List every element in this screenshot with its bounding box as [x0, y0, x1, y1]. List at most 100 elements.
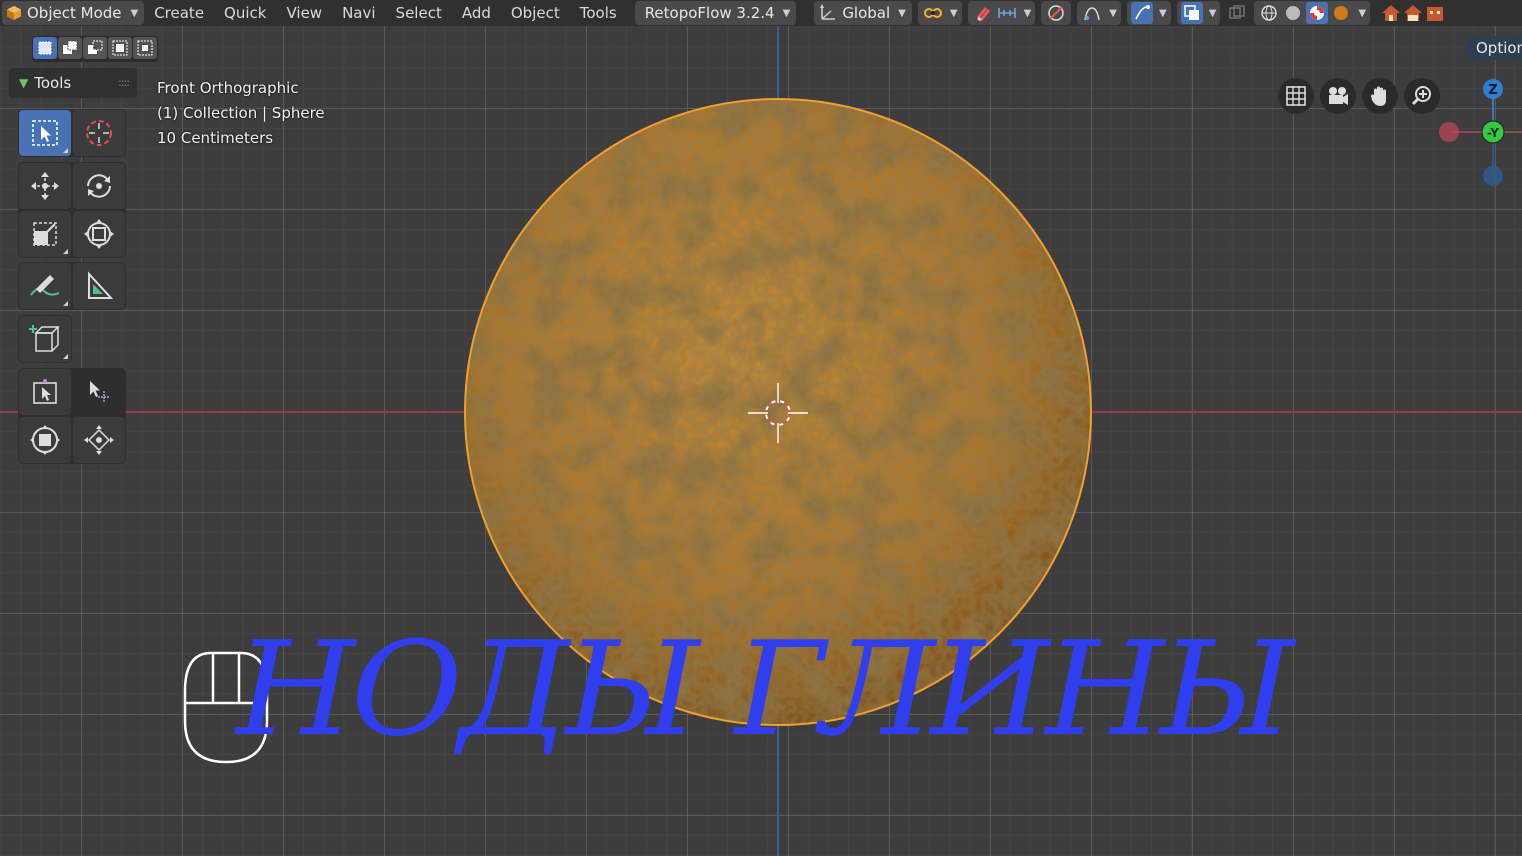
retopoflow-dropdown[interactable]: RetopoFlow 3.2.4 ▼	[634, 1, 797, 25]
tool-push-pull[interactable]	[73, 417, 125, 463]
header-bar: Object Mode ▼ Create Quick View Navi Sel…	[0, 0, 1522, 26]
snap-group[interactable]: ▼	[967, 1, 1036, 25]
measure-icon	[88, 271, 114, 299]
solid-shading-icon[interactable]	[1282, 2, 1304, 24]
navigation-buttons	[1278, 78, 1440, 114]
z-negative-handle	[1483, 166, 1503, 186]
material-shading-icon[interactable]	[1306, 2, 1329, 24]
overlay-dropdown[interactable]: ▼	[1176, 1, 1221, 25]
chevron-down-icon: ▼	[1023, 7, 1032, 19]
select-subtract-icon[interactable]	[83, 37, 107, 59]
tool-tweak[interactable]	[73, 369, 125, 415]
menu-create[interactable]: Create	[144, 4, 214, 22]
grip-icon[interactable]: ::::	[118, 76, 130, 89]
x-negative-handle	[1439, 122, 1459, 142]
transform-icon	[84, 219, 114, 249]
tool-move[interactable]	[19, 163, 71, 209]
overlay-icon[interactable]	[1180, 2, 1203, 24]
rendered-shading-icon[interactable]	[1330, 2, 1352, 24]
select-invert-icon[interactable]	[108, 37, 132, 59]
menu-quick[interactable]: Quick	[214, 4, 276, 22]
snap-magnet-icon[interactable]	[972, 2, 994, 24]
tool-block-retopo	[18, 368, 126, 464]
tool-rotate[interactable]	[73, 163, 125, 209]
proportional-edit-icon[interactable]	[1045, 2, 1067, 24]
submenu-indicator	[63, 148, 68, 153]
view-info-overlay: Front Orthographic (1) Collection | Sphe…	[157, 76, 325, 151]
snap-increment-icon[interactable]	[996, 2, 1018, 24]
tool-add-cube[interactable]	[19, 316, 71, 362]
gizmo-y-label: -Y	[1487, 126, 1499, 140]
menu-tools[interactable]: Tools	[570, 4, 627, 22]
home-icon[interactable]	[1380, 2, 1402, 24]
collection-info: (1) Collection | Sphere	[157, 104, 325, 122]
tool-edit-select[interactable]	[19, 369, 71, 415]
tweak-icon	[90, 381, 110, 403]
object-mode-icon	[7, 6, 21, 20]
tool-annotate[interactable]	[19, 263, 71, 309]
home-alt-icon[interactable]	[1402, 2, 1424, 24]
chevron-down-icon: ▼	[1158, 7, 1167, 19]
wireframe-shading-icon[interactable]	[1258, 2, 1280, 24]
menu-add[interactable]: Add	[452, 4, 501, 22]
xray-icon[interactable]	[1226, 2, 1248, 24]
cursor-icon	[86, 120, 112, 146]
falloff-icon	[1081, 2, 1103, 24]
camera-icon[interactable]	[1320, 78, 1356, 114]
push-pull-icon	[84, 425, 114, 455]
select-intersect-icon[interactable]	[133, 37, 157, 59]
chevron-down-icon: ▼	[1358, 7, 1367, 19]
tools-label: Tools	[34, 74, 72, 92]
submenu-indicator	[63, 249, 68, 254]
tool-scale[interactable]	[19, 211, 71, 257]
orientation-gizmo[interactable]: Z -Y	[1430, 76, 1522, 196]
select-box-icon	[32, 120, 58, 146]
chevron-down-icon: ▼	[130, 7, 139, 19]
shading-group[interactable]: ▼	[1254, 1, 1371, 25]
select-extend-icon[interactable]	[58, 37, 82, 59]
chevron-down-icon: ▼	[1109, 7, 1117, 19]
hand-icon[interactable]	[1362, 78, 1398, 114]
gizmo-z-label: Z	[1488, 83, 1497, 98]
select-new-icon[interactable]	[33, 37, 57, 59]
tool-block-add	[18, 315, 72, 363]
options-button[interactable]: Option	[1466, 36, 1522, 60]
menu-navi[interactable]: Navi	[332, 4, 385, 22]
grid-icon[interactable]	[1278, 78, 1314, 114]
orientation-icon	[820, 4, 836, 20]
tool-block-select	[18, 109, 126, 157]
annotate-icon	[30, 275, 60, 296]
tool-block-transform	[18, 162, 126, 258]
chevron-down-icon: ▼	[949, 7, 958, 19]
tool-shrink[interactable]	[19, 417, 71, 463]
menu-select[interactable]: Select	[386, 4, 452, 22]
tool-cursor[interactable]	[73, 110, 125, 156]
submenu-indicator	[63, 301, 68, 306]
scale-icon	[33, 222, 57, 246]
chevron-down-icon: ▼	[782, 7, 791, 19]
add-cube-icon	[29, 325, 60, 352]
orientation-label: Global	[842, 4, 891, 22]
3d-cursor[interactable]	[748, 383, 808, 443]
orientation-dropdown[interactable]: Global ▼	[814, 1, 912, 25]
tools-panel-header[interactable]: ▼ Tools ::::	[9, 68, 137, 98]
building-icon[interactable]	[1424, 2, 1446, 24]
chevron-down-icon: ▼	[898, 7, 906, 19]
tool-transform[interactable]	[73, 211, 125, 257]
gizmo-icon[interactable]	[1130, 2, 1153, 24]
gizmo-dropdown[interactable]: ▼	[1126, 1, 1171, 25]
pivot-icon	[922, 2, 944, 24]
pivot-dropdown[interactable]: ▼	[917, 1, 962, 25]
shrink-icon	[30, 425, 60, 455]
menu-view[interactable]: View	[276, 4, 332, 22]
mode-dropdown[interactable]: Object Mode ▼	[2, 1, 145, 25]
menu-object[interactable]: Object	[501, 4, 570, 22]
tool-block-annotate	[18, 262, 126, 310]
proportional-edit-group[interactable]	[1041, 1, 1072, 25]
submenu-indicator	[63, 354, 68, 359]
3d-viewport[interactable]: Option ▼ Tools :::: Front Orthographic (…	[0, 26, 1522, 856]
edit-select-icon	[33, 379, 57, 404]
tool-select-box[interactable]	[19, 110, 71, 156]
tool-measure[interactable]	[73, 263, 125, 309]
falloff-dropdown[interactable]: ▼	[1077, 1, 1121, 25]
